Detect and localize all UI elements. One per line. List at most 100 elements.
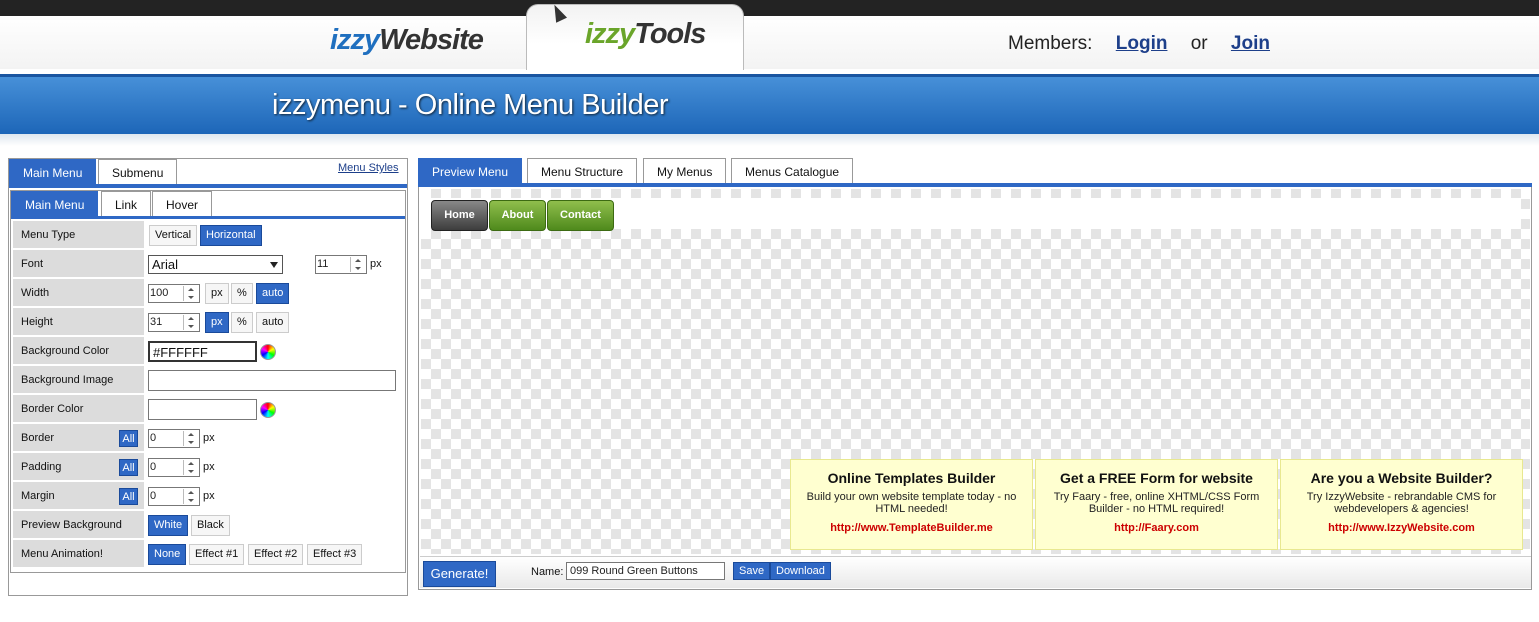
tab-menus-catalogue[interactable]: Menus Catalogue xyxy=(731,158,854,184)
ad-templates-builder: Online Templates Builder Build your own … xyxy=(790,459,1033,550)
name-label: Name: xyxy=(531,566,564,578)
spinner-icon[interactable] xyxy=(183,315,198,330)
preview-menu-home[interactable]: Home xyxy=(431,200,488,231)
font-size-stepper[interactable]: 11 xyxy=(315,255,367,274)
background-image-input[interactable] xyxy=(148,370,396,391)
menu-name-input[interactable]: 099 Round Green Buttons xyxy=(566,562,725,580)
page-title: izzymenu - Online Menu Builder xyxy=(272,89,669,121)
ad-faary-form: Get a FREE Form for website Try Faary - … xyxy=(1035,459,1278,550)
ad-text: Build your own website template today - … xyxy=(806,491,1017,515)
logo-part: izzy xyxy=(330,24,380,56)
width-stepper[interactable]: 100 xyxy=(148,284,200,303)
ad-title: Are you a Website Builder? xyxy=(1310,470,1493,486)
spinner-icon[interactable] xyxy=(350,257,365,272)
spinner-icon[interactable] xyxy=(183,489,198,504)
animation-none-button[interactable]: None xyxy=(148,544,187,565)
tab-my-menus[interactable]: My Menus xyxy=(643,158,727,184)
top-bar xyxy=(0,0,1539,16)
tab-inner-link[interactable]: Link xyxy=(101,191,152,217)
border-unit: px xyxy=(203,432,215,444)
members-area: Members: Login or Join xyxy=(1008,33,1288,55)
height-percent-button[interactable]: % xyxy=(231,312,253,333)
height-label: Height xyxy=(13,308,144,336)
generate-button[interactable]: Generate! xyxy=(423,561,496,587)
tab-menu-structure[interactable]: Menu Structure xyxy=(527,158,638,184)
border-stepper[interactable]: 0 xyxy=(148,429,200,448)
join-link[interactable]: Join xyxy=(1231,33,1270,54)
menu-styles-link[interactable]: Menu Styles xyxy=(338,162,399,174)
banner-shadow xyxy=(0,134,1539,146)
preview-background-label: Preview Background xyxy=(13,511,144,539)
animation-effect-1-button[interactable]: Effect #1 xyxy=(189,544,245,565)
animation-effect-3-button[interactable]: Effect #3 xyxy=(307,544,363,565)
height-stepper[interactable]: 31 xyxy=(148,313,200,332)
color-picker-icon[interactable] xyxy=(260,402,276,418)
font-size-value: 11 xyxy=(317,258,329,270)
menu-type-label: Menu Type xyxy=(13,221,144,249)
row-border: Border All 0 px xyxy=(13,424,405,452)
height-value: 31 xyxy=(150,316,163,328)
background-color-label: Background Color xyxy=(13,337,144,365)
border-color-label: Border Color xyxy=(13,395,144,423)
login-link[interactable]: Login xyxy=(1116,33,1168,54)
title-banner: izzymenu - Online Menu Builder xyxy=(0,74,1539,134)
row-padding: Padding All 0 px xyxy=(13,453,405,481)
preview-menu-about[interactable]: About xyxy=(489,200,546,231)
font-size-unit: px xyxy=(370,258,382,270)
row-background-image: Background Image xyxy=(13,366,405,394)
width-px-button[interactable]: px xyxy=(205,283,229,304)
action-bar: Generate! Name: 099 Round Green Buttons … xyxy=(420,556,1531,588)
horizontal-button[interactable]: Horizontal xyxy=(200,225,262,246)
izzytools-logo[interactable]: izzyTools xyxy=(585,18,706,51)
spinner-icon[interactable] xyxy=(183,460,198,475)
font-select[interactable]: Arial xyxy=(148,255,283,274)
menu-animation-label: Menu Animation! xyxy=(13,540,144,568)
ad-link[interactable]: http://www.IzzyWebsite.com xyxy=(1328,522,1475,534)
menu-preview-area: Home About Contact Online Templates Buil… xyxy=(421,189,1530,554)
preview-white-button[interactable]: White xyxy=(148,515,189,536)
padding-all-button[interactable]: All xyxy=(119,459,138,476)
padding-stepper[interactable]: 0 xyxy=(148,458,200,477)
ad-link[interactable]: http://Faary.com xyxy=(1114,522,1199,534)
spinner-icon[interactable] xyxy=(183,431,198,446)
preview-black-button[interactable]: Black xyxy=(191,515,230,536)
background-image-label: Background Image xyxy=(13,366,144,394)
border-all-button[interactable]: All xyxy=(119,430,138,447)
tab-inner-hover[interactable]: Hover xyxy=(152,191,213,217)
padding-value: 0 xyxy=(150,461,157,473)
row-menu-animation: Menu Animation! None Effect #1 Effect #2… xyxy=(13,540,405,568)
vertical-button[interactable]: Vertical xyxy=(149,225,198,246)
row-preview-background: Preview Background White Black xyxy=(13,511,405,539)
row-margin: Margin All 0 px xyxy=(13,482,405,510)
row-width: Width 100 px % auto xyxy=(13,279,405,307)
settings-panel: Main Menu Submenu Menu Styles Main Menu … xyxy=(8,158,408,596)
margin-all-button[interactable]: All xyxy=(119,488,138,505)
ad-link[interactable]: http://www.TemplateBuilder.me xyxy=(830,522,993,534)
width-auto-button[interactable]: auto xyxy=(256,283,290,304)
or-text: or xyxy=(1190,33,1208,54)
ad-title: Get a FREE Form for website xyxy=(1060,470,1253,486)
color-picker-icon[interactable] xyxy=(260,344,276,360)
main-menu-settings: Main Menu Link Hover Menu Type Vertical … xyxy=(10,190,406,573)
animation-effect-2-button[interactable]: Effect #2 xyxy=(248,544,304,565)
tab-submenu[interactable]: Submenu xyxy=(98,159,178,185)
width-value: 100 xyxy=(150,287,169,299)
height-auto-button[interactable]: auto xyxy=(256,312,290,333)
tab-main-menu[interactable]: Main Menu xyxy=(9,159,97,185)
preview-menu-contact[interactable]: Contact xyxy=(547,200,614,231)
tab-underline xyxy=(9,184,407,188)
save-button[interactable]: Save xyxy=(733,562,771,580)
spinner-icon[interactable] xyxy=(183,286,198,301)
tab-inner-main-menu[interactable]: Main Menu xyxy=(11,191,99,217)
download-button[interactable]: Download xyxy=(770,562,831,580)
height-px-button[interactable]: px xyxy=(205,312,229,333)
border-color-input[interactable] xyxy=(148,399,257,420)
padding-unit: px xyxy=(203,461,215,473)
tab-preview-menu[interactable]: Preview Menu xyxy=(418,158,523,184)
margin-stepper[interactable]: 0 xyxy=(148,487,200,506)
width-percent-button[interactable]: % xyxy=(231,283,253,304)
background-color-input[interactable]: #FFFFFF xyxy=(148,341,257,362)
row-menu-type: Menu Type Vertical Horizontal xyxy=(13,221,405,249)
site-header xyxy=(0,16,1539,69)
izzywebsite-logo[interactable]: izzyWebsite xyxy=(330,24,484,57)
